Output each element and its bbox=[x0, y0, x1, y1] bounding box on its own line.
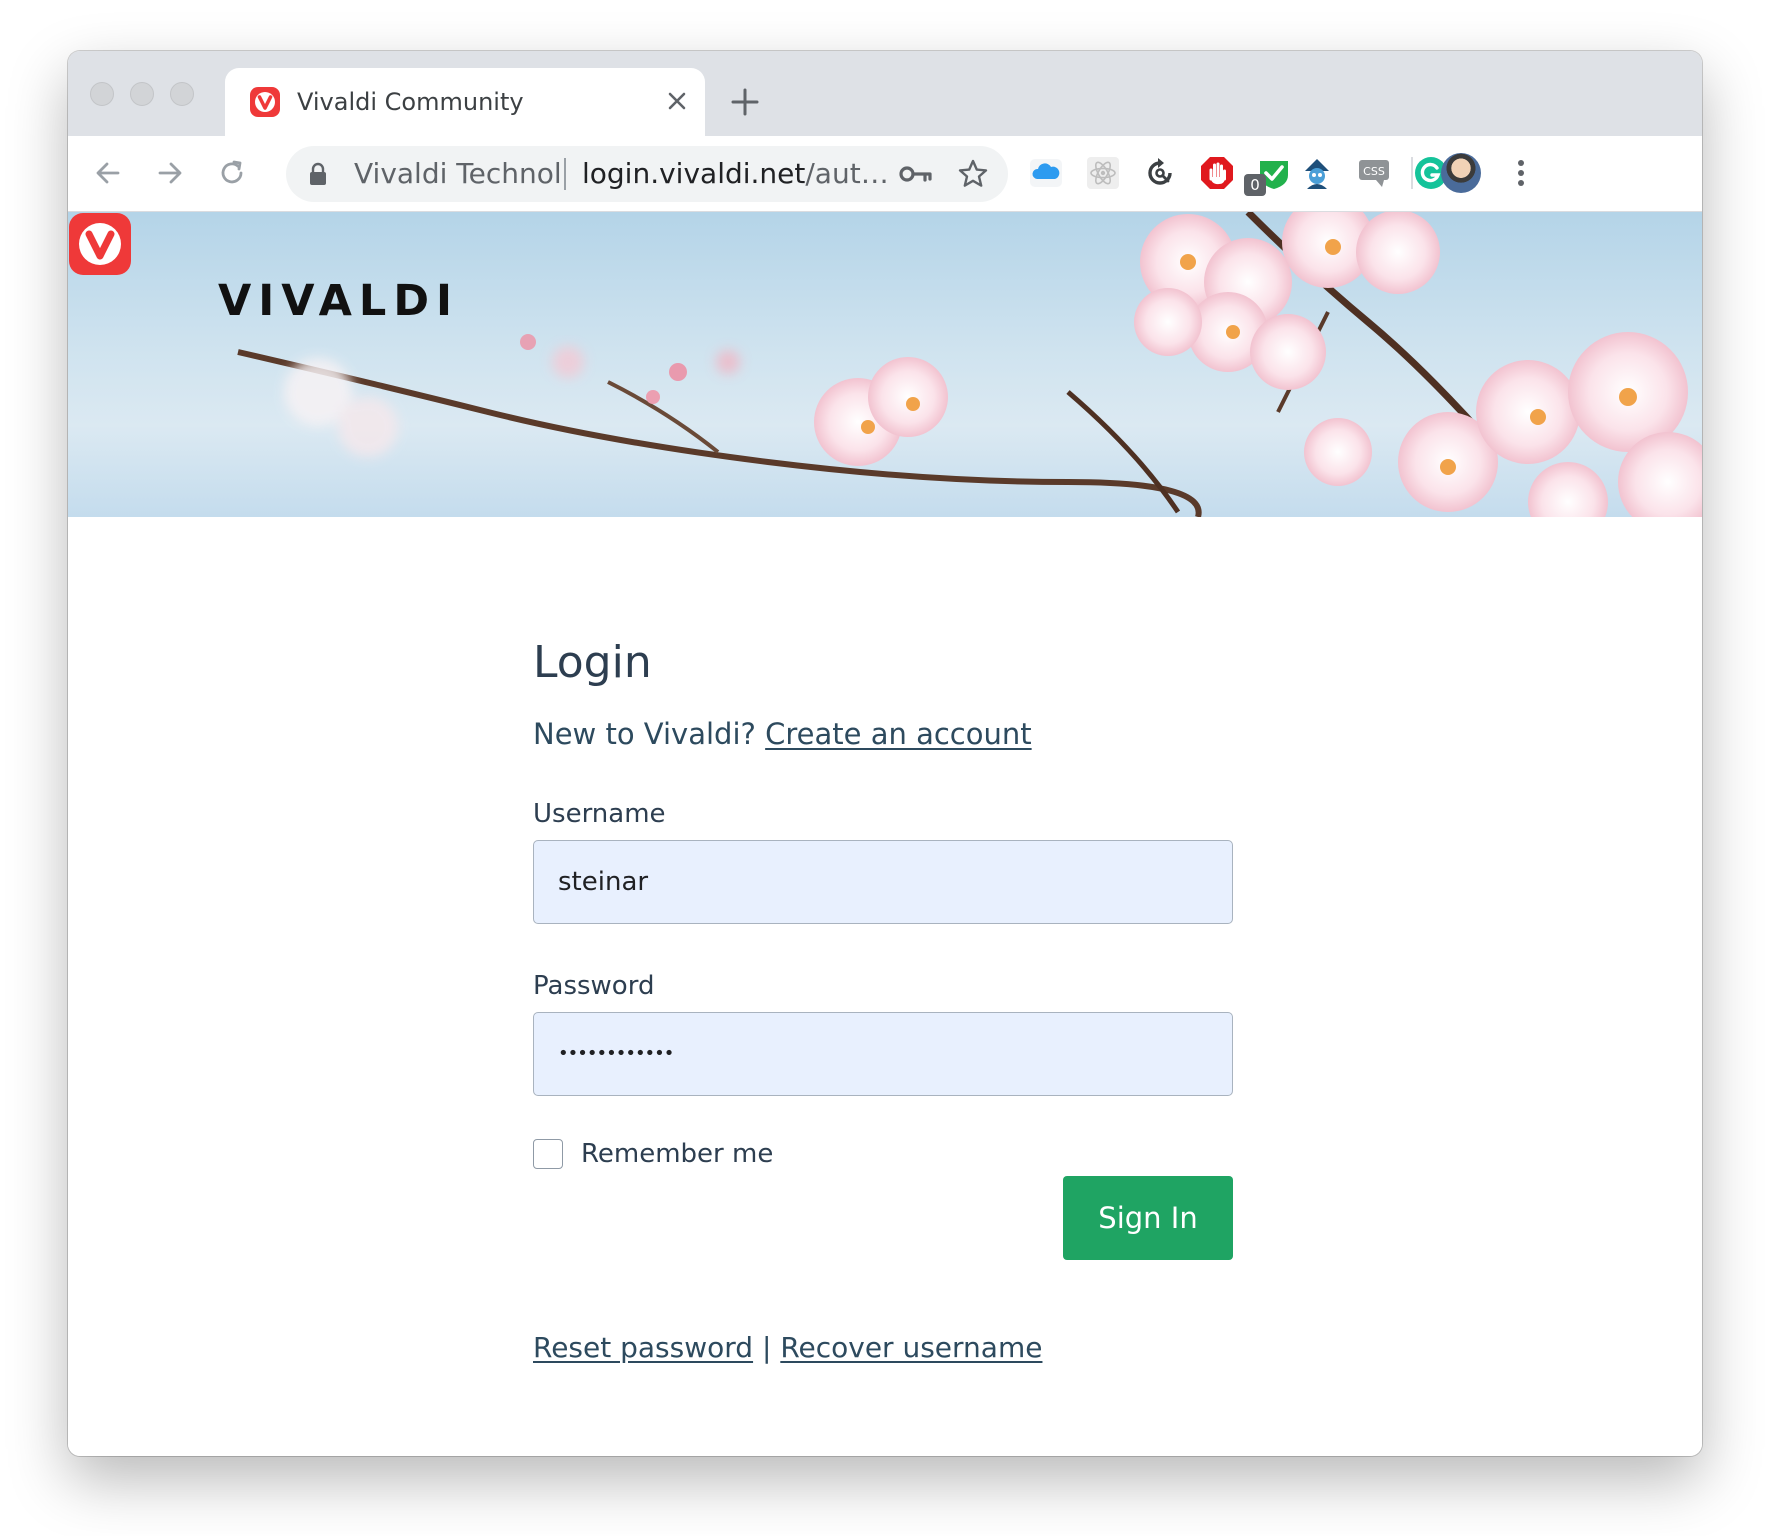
react-devtools-icon[interactable] bbox=[1085, 155, 1121, 191]
address-bar[interactable]: Vivaldi Technol login.vivaldi.net/aut… bbox=[286, 146, 1008, 202]
cherry-blossom-image bbox=[237, 212, 1702, 517]
login-page: Login New to Vivaldi? Create an account … bbox=[68, 517, 1702, 1456]
sync-icon[interactable] bbox=[1142, 155, 1178, 191]
sign-in-button[interactable]: Sign In bbox=[1063, 1176, 1233, 1260]
zoom-window-button[interactable] bbox=[170, 82, 194, 106]
minimize-window-button[interactable] bbox=[130, 82, 154, 106]
brand-wordmark[interactable]: VIVALDI bbox=[218, 273, 459, 329]
signup-prompt-text: New to Vivaldi? bbox=[533, 717, 756, 751]
signup-prompt: New to Vivaldi? Create an account bbox=[533, 715, 1032, 753]
more-menu-icon[interactable] bbox=[1503, 155, 1539, 191]
hero-banner: VIVALDI bbox=[68, 212, 1702, 517]
new-tab-plus-icon[interactable] bbox=[727, 84, 763, 120]
page-title: Login bbox=[533, 637, 652, 688]
toolbar-divider bbox=[1411, 157, 1413, 189]
svg-text:CSS: CSS bbox=[1363, 165, 1385, 178]
address-separator bbox=[564, 158, 566, 190]
url-text[interactable]: login.vivaldi.net/aut… bbox=[582, 156, 889, 192]
vivaldi-logo-icon[interactable] bbox=[68, 212, 132, 276]
remember-me-label[interactable]: Remember me bbox=[581, 1137, 773, 1171]
reload-icon[interactable] bbox=[214, 155, 250, 191]
link-separator: | bbox=[761, 1331, 772, 1364]
username-label: Username bbox=[533, 799, 666, 829]
extension-badge: 0 bbox=[1244, 174, 1266, 196]
browser-window: Vivaldi Community Vivaldi Technol login.… bbox=[68, 51, 1702, 1456]
arrow-right-icon[interactable] bbox=[152, 155, 188, 191]
lock-icon[interactable] bbox=[308, 162, 328, 186]
icloud-icon[interactable] bbox=[1028, 155, 1064, 191]
arrow-left-icon[interactable] bbox=[90, 155, 126, 191]
remember-me-checkbox[interactable] bbox=[533, 1139, 563, 1169]
create-account-link[interactable]: Create an account bbox=[765, 717, 1031, 751]
star-icon[interactable] bbox=[956, 157, 990, 191]
password-field[interactable]: •••••••••••• bbox=[533, 1012, 1233, 1096]
close-icon[interactable] bbox=[660, 84, 694, 118]
url-path: /aut… bbox=[805, 157, 889, 190]
wizard-icon[interactable] bbox=[1299, 155, 1335, 191]
recover-username-link[interactable]: Recover username bbox=[780, 1331, 1042, 1364]
site-identity: Vivaldi Technol bbox=[354, 157, 562, 190]
reset-password-link[interactable]: Reset password bbox=[533, 1331, 753, 1364]
url-host: login.vivaldi.net bbox=[582, 157, 806, 190]
tab-title: Vivaldi Community bbox=[297, 88, 524, 116]
username-field[interactable] bbox=[533, 840, 1233, 924]
profile-avatar[interactable] bbox=[1441, 153, 1481, 193]
password-label: Password bbox=[533, 971, 655, 1001]
adblock-hand-icon[interactable] bbox=[1199, 155, 1235, 191]
account-recovery-links: Reset password | Recover username bbox=[533, 1329, 1042, 1367]
css-viewer-icon[interactable]: CSS bbox=[1356, 155, 1392, 191]
tab-vivaldi-community[interactable]: Vivaldi Community bbox=[225, 68, 705, 136]
key-icon[interactable] bbox=[898, 160, 934, 188]
browser-toolbar: Vivaldi Technol login.vivaldi.net/aut… 0… bbox=[68, 136, 1702, 212]
tab-strip: Vivaldi Community bbox=[68, 51, 1702, 136]
close-window-button[interactable] bbox=[90, 82, 114, 106]
vivaldi-logo-icon bbox=[250, 87, 280, 117]
